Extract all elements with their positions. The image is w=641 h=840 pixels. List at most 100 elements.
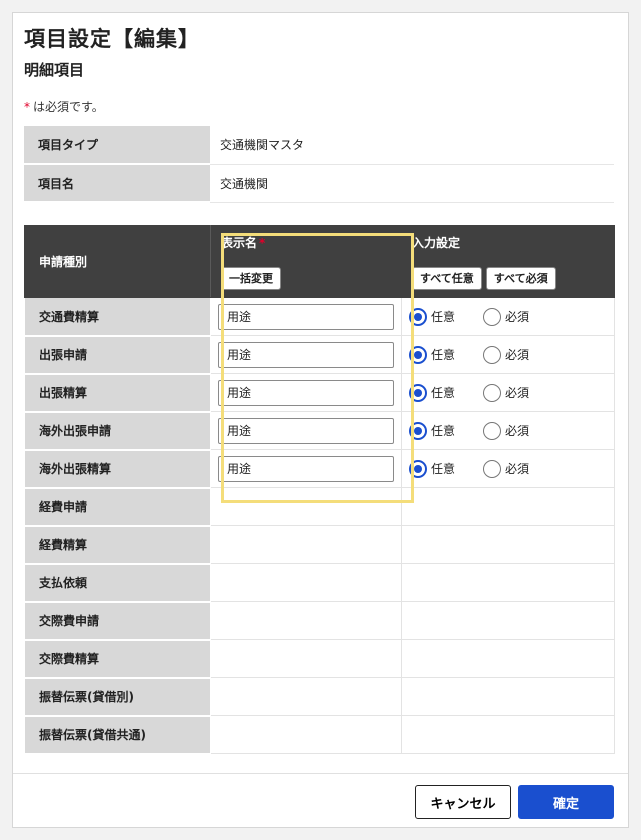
- radio-circle-icon: [483, 345, 502, 364]
- radio-label: 任意: [431, 310, 456, 324]
- input-setting-cell: 任意 必須: [401, 335, 615, 374]
- radio-circle-icon: [409, 421, 427, 440]
- col-header-display: 表示名 *: [210, 225, 402, 259]
- display-name-cell: [210, 411, 402, 450]
- radio-required[interactable]: 必須: [483, 307, 529, 326]
- table-row: 支払依頼: [24, 563, 615, 603]
- application-type-label: 振替伝票(貸借別): [24, 677, 211, 717]
- radio-circle-icon: [483, 307, 502, 326]
- radio-label: 必須: [505, 348, 530, 362]
- display-name-cell: [210, 677, 402, 716]
- radio-required[interactable]: 必須: [483, 459, 530, 478]
- display-name-cell: [210, 335, 402, 374]
- radio-circle-icon: [409, 459, 427, 478]
- info-value: 交通機関マスタ: [210, 126, 614, 165]
- confirm-button[interactable]: 確定: [518, 785, 614, 819]
- item-settings-dialog: 項目設定【編集】 明細項目 * は必須です。 項目タイプ 交通機関マスタ 項目名 …: [12, 12, 629, 828]
- table-row: 出張精算 任意 必須: [24, 373, 615, 413]
- display-name-cell: [210, 373, 402, 412]
- display-name-cell: [210, 639, 402, 678]
- grid-body: 交通費精算任意必須出張申請任意必須出張精算任意必須海外出張申請任意必須海外出張精…: [24, 297, 615, 755]
- radio-label: 必須: [505, 462, 530, 476]
- display-required-star: *: [259, 235, 266, 250]
- radio-optional[interactable]: 任意: [409, 383, 456, 402]
- application-type-label: 支払依頼: [24, 563, 211, 603]
- bulk-change-button[interactable]: 一括変更: [221, 266, 281, 290]
- info-value: 交通機関: [210, 164, 614, 203]
- dialog-footer: キャンセル 確定: [13, 773, 628, 827]
- application-type-label: 経費申請: [24, 487, 211, 527]
- radio-optional[interactable]: 任意: [409, 459, 456, 478]
- table-row: 振替伝票(貸借別): [24, 677, 615, 717]
- info-label: 項目名: [24, 164, 210, 203]
- all-optional-button[interactable]: すべて任意: [412, 266, 482, 290]
- radio-label: 必須: [505, 424, 530, 438]
- input-setting-cell: [401, 677, 615, 716]
- display-name-input[interactable]: [218, 341, 394, 368]
- col-header-kind: 申請種別: [24, 225, 211, 298]
- table-row: 交際費申請: [24, 601, 615, 641]
- section-title: 明細項目: [24, 61, 85, 79]
- radio-required[interactable]: 必須: [483, 383, 530, 402]
- radio-required[interactable]: 必須: [483, 345, 530, 364]
- application-type-label: 交際費精算: [24, 639, 211, 679]
- table-row: 海外出張精算 任意 必須: [24, 449, 615, 489]
- radio-required[interactable]: 必須: [483, 421, 530, 440]
- display-name-input[interactable]: [218, 379, 394, 406]
- application-type-label: 出張申請: [24, 335, 211, 375]
- display-name-cell: [210, 525, 402, 564]
- application-type-grid: 申請種別 表示名* 入力設定 一括変更 すべて任意すべて必須 交通費精算任意必須…: [24, 225, 615, 755]
- bulk-cell: 一括変更: [210, 258, 402, 298]
- table-row: 経費精算: [24, 525, 615, 565]
- table-row: 経費申請: [24, 487, 615, 527]
- display-name-cell: [210, 715, 402, 754]
- input-setting-cell: [401, 563, 615, 602]
- radio-circle-icon: [409, 345, 427, 364]
- input-setting-cell: 任意 必須: [401, 373, 615, 412]
- radio-circle-icon: [483, 421, 502, 440]
- radio-label: 任意: [431, 424, 456, 438]
- display-name-cell: [210, 449, 402, 488]
- input-setting-cell: 任意 必須: [401, 411, 615, 450]
- info-label: 項目タイプ: [24, 126, 210, 165]
- radio-optional[interactable]: 任意: [409, 421, 456, 440]
- required-star: *: [24, 100, 30, 114]
- radio-label: 必須: [505, 386, 530, 400]
- col-header-display-label: 表示名: [221, 235, 258, 250]
- application-type-label: 交通費精算: [24, 297, 211, 337]
- radio-circle-icon: [409, 307, 427, 326]
- display-name-cell: [210, 297, 402, 336]
- info-row-type: 項目タイプ 交通機関マスタ: [24, 126, 614, 165]
- table-row: 海外出張申請 任意 必須: [24, 411, 615, 451]
- table-row: 出張申請 任意 必須: [24, 335, 615, 375]
- cancel-button[interactable]: キャンセル: [415, 785, 511, 819]
- all-required-button[interactable]: すべて必須: [485, 266, 556, 290]
- display-name-cell: [210, 487, 402, 526]
- radio-label: 任意: [431, 462, 456, 476]
- info-row-name: 項目名 交通機関: [24, 164, 614, 203]
- radio-label: 任意: [431, 386, 456, 400]
- display-name-input[interactable]: [218, 417, 394, 444]
- input-setting-cell: [401, 715, 615, 754]
- item-info-table: 項目タイプ 交通機関マスタ 項目名 交通機関: [24, 126, 614, 203]
- required-note-text: は必須です。: [33, 100, 104, 114]
- radio-circle-icon: [483, 383, 502, 402]
- radio-optional[interactable]: 任意: [409, 307, 456, 326]
- input-setting-cell: [401, 639, 615, 678]
- bulk-setting-cell: すべて任意 すべて必須: [401, 258, 615, 298]
- application-type-label: 海外出張精算: [24, 449, 211, 489]
- table-row: 振替伝票(貸借共通): [24, 715, 615, 755]
- table-row: 交際費精算: [24, 639, 615, 679]
- display-name-input[interactable]: [218, 303, 394, 330]
- application-type-label: 振替伝票(貸借共通): [24, 715, 211, 755]
- col-header-input: 入力設定: [401, 225, 615, 259]
- input-setting-cell: 任意 必須: [401, 449, 615, 488]
- display-name-input[interactable]: [218, 455, 394, 482]
- radio-circle-icon: [483, 459, 502, 478]
- application-type-label: 出張精算: [24, 373, 211, 413]
- display-name-cell: [210, 601, 402, 640]
- radio-label: 任意: [431, 348, 456, 362]
- radio-optional[interactable]: 任意: [409, 345, 456, 364]
- input-setting-cell: 任意 必須: [401, 297, 615, 336]
- table-row: 交通費精算 任意 必須: [24, 297, 615, 337]
